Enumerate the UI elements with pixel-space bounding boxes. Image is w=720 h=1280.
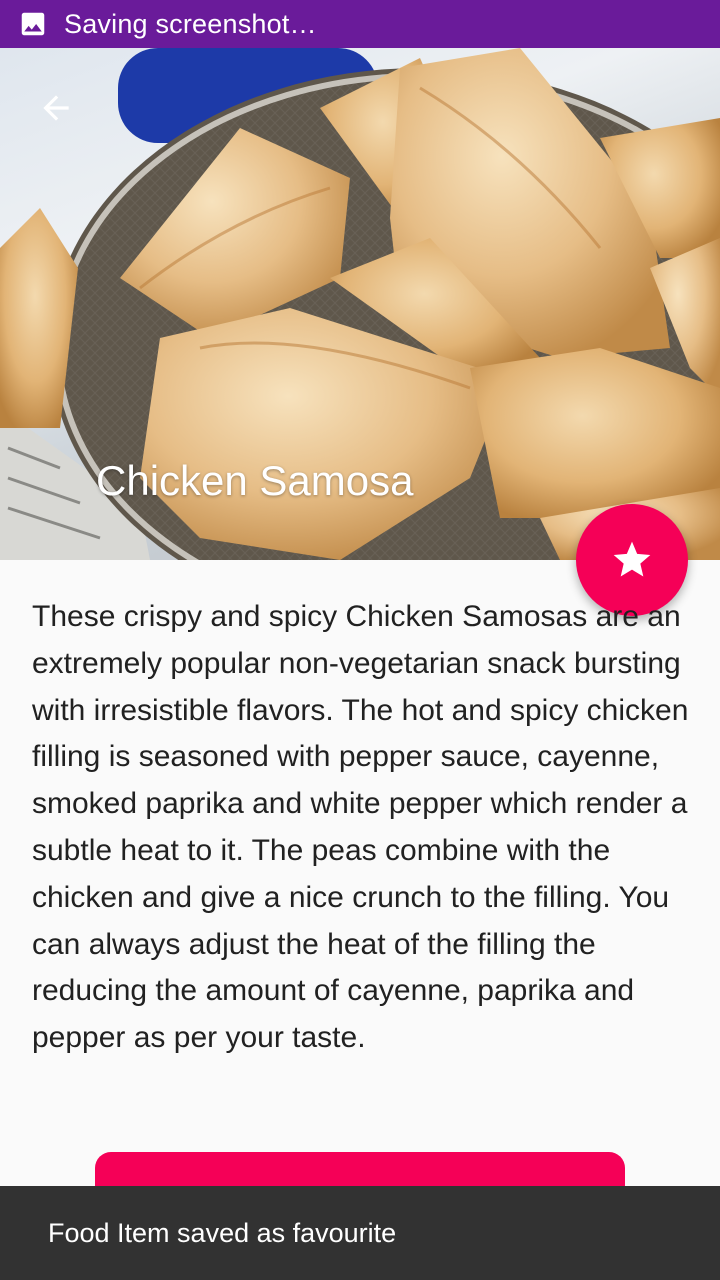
back-button[interactable] — [30, 82, 82, 134]
snackbar: Food Item saved as favourite — [0, 1186, 720, 1280]
arrow-back-icon — [43, 95, 69, 121]
star-icon — [613, 541, 651, 577]
food-title: Chicken Samosa — [96, 457, 414, 504]
image-icon — [21, 12, 45, 36]
status-bar: Saving screenshot… — [0, 0, 720, 48]
snackbar-message: Food Item saved as favourite — [48, 1217, 397, 1248]
food-description: These crispy and spicy Chicken Samosas a… — [32, 600, 689, 1055]
food-image: Chicken Samosa — [0, 48, 720, 560]
status-text: Saving screenshot… — [64, 8, 317, 39]
